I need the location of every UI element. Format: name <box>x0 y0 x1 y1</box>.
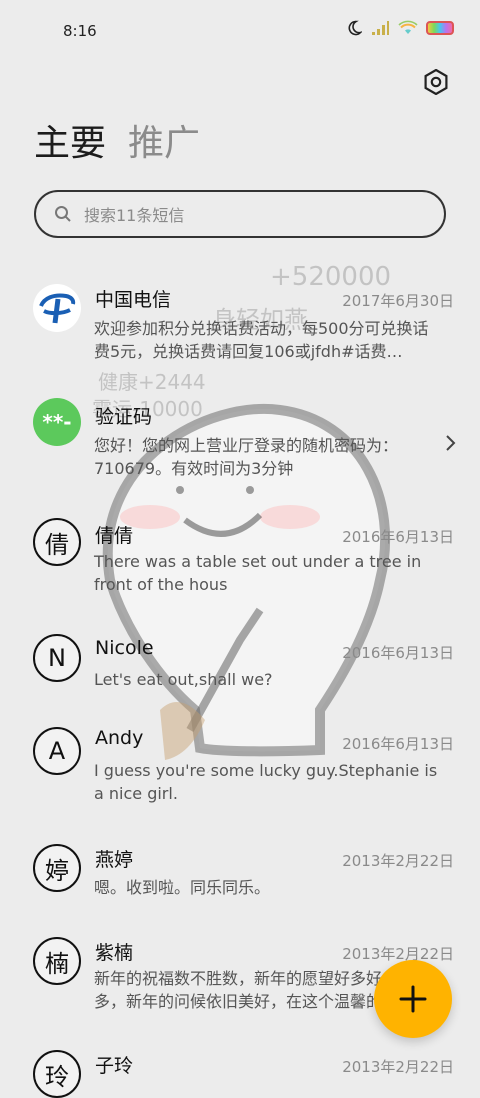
contact-name: Nicole <box>95 637 154 659</box>
message-preview: 新年的祝福数不胜数，新年的愿望好多好多，新年的问候依旧美好，在这个温馨的 <box>94 969 383 1011</box>
wifi-icon <box>398 20 418 34</box>
contact-name: 子玲 <box>95 1055 134 1077</box>
contact-name: 验证码 <box>95 406 153 428</box>
avatar: **- <box>33 398 81 446</box>
message-date: 2016年6月13日 <box>342 528 454 546</box>
status-time: 8:16 <box>63 22 97 40</box>
list-item[interactable]: A Andy 2016年6月13日 I guess you're some lu… <box>0 725 480 825</box>
status-bar: 8:16 <box>0 0 480 62</box>
settings-icon[interactable] <box>423 69 449 95</box>
contact-name: 倩倩 <box>95 525 134 547</box>
message-preview: 您好！您的网上营业厅登录的随机密码为：710679。有效时间为3分钟 <box>94 436 399 478</box>
message-preview: There was a table set out under a tree i… <box>94 552 422 594</box>
list-item[interactable]: 玲 子玲 2013年2月22日 <box>0 1048 480 1098</box>
avatar: 楠 <box>33 937 81 985</box>
signal-icon <box>372 21 389 35</box>
message-preview: Let's eat out,shall we? <box>94 670 273 689</box>
avatar: 倩 <box>33 518 81 566</box>
battery-icon <box>426 21 454 35</box>
message-preview: 嗯。收到啦。同乐同乐。 <box>94 878 271 897</box>
message-date: 2016年6月13日 <box>342 735 454 753</box>
contact-name: 燕婷 <box>95 849 134 871</box>
avatar: 玲 <box>33 1050 81 1098</box>
list-item[interactable]: **- 验证码 您好！您的网上营业厅登录的随机密码为：710679。有效时间为3… <box>0 392 480 492</box>
tab-primary[interactable]: 主要 <box>34 120 106 168</box>
message-preview: I guess you're some lucky guy.Stephanie … <box>94 761 438 803</box>
chevron-right-icon[interactable] <box>444 434 456 452</box>
message-date: 2013年2月22日 <box>342 1058 454 1076</box>
tab-bar: 主要 推广 <box>34 120 200 168</box>
avatar: 婷 <box>33 844 81 892</box>
message-date: 2013年2月22日 <box>342 852 454 870</box>
avatar: A <box>33 727 81 775</box>
message-preview: 欢迎参加积分兑换话费活动，每500分可兑换话费5元，兑换话费请回复106或jfd… <box>94 319 429 361</box>
message-date: 2013年2月22日 <box>342 945 454 963</box>
list-item[interactable]: 倩 倩倩 2016年6月13日 There was a table set ou… <box>0 516 480 616</box>
contact-name: 紫楠 <box>95 942 134 964</box>
china-telecom-logo <box>34 285 80 331</box>
message-date: 2016年6月13日 <box>342 644 454 662</box>
list-item[interactable]: 婷 燕婷 2013年2月22日 嗯。收到啦。同乐同乐。 <box>0 842 480 922</box>
new-message-button[interactable] <box>374 960 452 1038</box>
search-input[interactable]: 搜索11条短信 <box>34 190 446 238</box>
search-icon <box>55 206 71 222</box>
moon-icon <box>348 20 362 36</box>
avatar: N <box>33 634 81 682</box>
tab-promotions[interactable]: 推广 <box>128 120 200 168</box>
contact-name: Andy <box>95 727 144 749</box>
message-date: 2017年6月30日 <box>342 292 454 310</box>
contact-name: 中国电信 <box>95 289 172 311</box>
plus-icon <box>399 985 427 1013</box>
list-item[interactable]: N Nicole 2016年6月13日 Let's eat out,shall … <box>0 632 480 712</box>
search-placeholder: 搜索11条短信 <box>84 206 185 225</box>
list-item[interactable]: 中国电信 2017年6月30日 欢迎参加积分兑换话费活动，每500分可兑换话费5… <box>0 280 480 380</box>
avatar <box>33 284 81 332</box>
